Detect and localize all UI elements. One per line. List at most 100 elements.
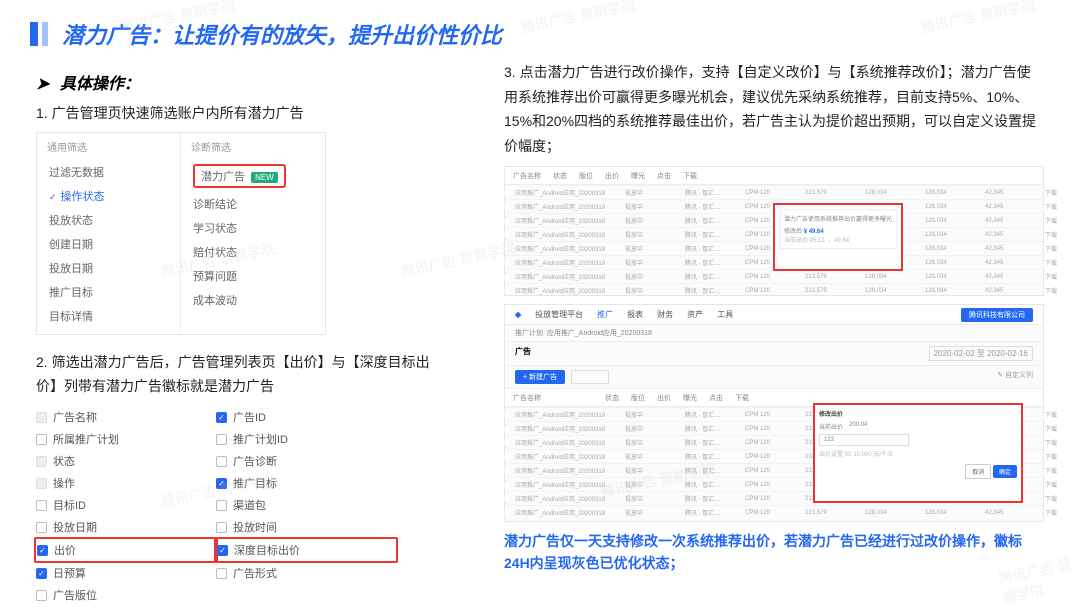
column-checkbox[interactable]: 状态: [36, 450, 216, 472]
checkbox-icon: [36, 434, 47, 445]
title-accent-1: [30, 22, 38, 46]
filter-item[interactable]: 目标详情: [47, 304, 170, 328]
table-row[interactable]: 应用推广_Android应用_20200318投放中腾讯 · 智汇…CPM 12…: [505, 269, 1043, 283]
search-box[interactable]: [571, 370, 609, 384]
checkbox-label: 渠道包: [233, 497, 266, 513]
price-range-hint: 出价设置 50-10,000 元/千次: [819, 449, 1017, 458]
column-checkbox[interactable]: 广告形式: [216, 562, 396, 584]
checkbox-label: 操作: [53, 475, 75, 491]
column-checkbox[interactable]: 广告诊断: [216, 450, 396, 472]
checkbox-label: 投放时间: [233, 519, 277, 535]
column-checkbox[interactable]: 投放时间: [216, 516, 396, 538]
table-row[interactable]: 应用推广_Android应用_20200318投放中腾讯 · 智汇…CPM 12…: [505, 505, 1043, 519]
filter-item[interactable]: 赔付状态: [191, 240, 315, 264]
checkbox-label: 广告诊断: [233, 453, 277, 469]
cancel-button[interactable]: 取消: [965, 464, 991, 479]
title-bar: 潜力广告：让提价有的放矢，提升出价性价比: [0, 0, 1080, 60]
checkbox-icon: [36, 590, 47, 601]
column-checkbox[interactable]: 目标ID: [36, 494, 216, 516]
filter-item[interactable]: 推广目标: [47, 280, 170, 304]
column-checkbox[interactable]: 深度目标出价: [217, 539, 395, 561]
price-popup-2: 修改出价 当前出价 200.04 123 出价设置 50-10,000 元/千次…: [813, 403, 1023, 503]
checkbox-icon: [36, 412, 47, 423]
checkbox-icon: [36, 500, 47, 511]
platform-logo-icon: ◆: [515, 310, 521, 319]
filter-head-left: 通用筛选: [47, 139, 170, 154]
table-row[interactable]: 应用推广_Android应用_20200318投放中腾讯 · 智汇…CPM 12…: [505, 185, 1043, 199]
tab[interactable]: 资产: [687, 309, 703, 320]
column-checkbox[interactable]: 广告版位: [36, 584, 216, 606]
checkbox-label: 目标ID: [53, 497, 86, 513]
checkbox-label: 推广目标: [233, 475, 277, 491]
column-checkbox[interactable]: 广告ID: [216, 406, 396, 428]
checkbox-label: 状态: [53, 453, 75, 469]
checkbox-icon: [217, 545, 228, 556]
column-checkbox[interactable]: 投放日期: [36, 516, 216, 538]
filter-head-right: 诊断筛选: [191, 139, 315, 154]
step-3: 3. 点击潜力广告进行改价操作，支持【自定义改价】与【系统推荐改价】；潜力广告使…: [504, 60, 1044, 158]
checkbox-icon: [216, 434, 227, 445]
date-range[interactable]: 2020-02-02 至 2020-02-16: [929, 346, 1033, 361]
checkbox-label: 日预算: [53, 565, 86, 581]
column-checkbox[interactable]: 渠道包: [216, 494, 396, 516]
checkbox-label: 出价: [54, 542, 76, 558]
tab[interactable]: 推广: [597, 309, 613, 320]
popup-tip: 潜力广告使用系统推荐出价赢得更多曝光: [784, 214, 892, 223]
new-ad-button[interactable]: + 新建广告: [515, 370, 565, 384]
checkbox-icon: [216, 522, 227, 533]
checkbox-icon: [216, 412, 227, 423]
checkbox-label: 投放日期: [53, 519, 97, 535]
column-checkbox[interactable]: 出价: [37, 539, 215, 561]
title-accent-2: [42, 22, 48, 46]
column-checkbox[interactable]: 操作: [36, 472, 216, 494]
checkbox-label: 深度目标出价: [234, 542, 300, 558]
section-heading-text: 具体操作：: [60, 76, 140, 93]
checkbox-icon: [36, 456, 47, 467]
filter-panel: 通用筛选 过滤无数据 操作状态 投放状态 创建日期 投放日期 推广目标 目标详情…: [36, 132, 326, 335]
checkbox-icon: [216, 500, 227, 511]
tab[interactable]: 财务: [657, 309, 673, 320]
platform-title: 投放管理平台: [535, 309, 583, 320]
checkbox-label: 广告名称: [53, 409, 97, 425]
filter-item[interactable]: 投放日期: [47, 256, 170, 280]
column-checkbox[interactable]: 所属推广计划: [36, 428, 216, 450]
filter-item[interactable]: 预算问题: [191, 264, 315, 288]
confirm-button[interactable]: 确定: [993, 465, 1017, 478]
column-checkbox[interactable]: 推广目标: [216, 472, 396, 494]
column-checkbox[interactable]: 推广计划ID: [216, 428, 396, 450]
table-row[interactable]: 应用推广_Android应用_20200318投放中腾讯 · 智汇…CPM 12…: [505, 283, 1043, 297]
checkbox-label: 广告形式: [233, 565, 277, 581]
checkbox-label: 广告版位: [53, 587, 97, 603]
step-2: 2. 筛选出潜力广告后，广告管理列表页【出价】与【深度目标出价】列带有潜力广告徽…: [36, 351, 444, 399]
screenshot-1: 广告名称状态版位出价曝光点击下载 应用推广_Android应用_20200318…: [504, 166, 1044, 296]
step-1: 1. 广告管理页快速筛选账户内所有潜力广告: [36, 102, 444, 126]
price-popup-1: 潜力广告使用系统推荐出价赢得更多曝光 修改后 ¥ 49.64 当前出价 45.1…: [773, 203, 903, 271]
filter-item[interactable]: 成本波动: [191, 288, 315, 312]
new-badge: NEW: [251, 172, 278, 183]
filter-item[interactable]: 诊断结论: [191, 192, 315, 216]
cur-price-value: 200.04: [849, 422, 867, 431]
filter-item-highlighted[interactable]: 潜力广告 NEW: [191, 160, 315, 192]
account-badge[interactable]: 腾讯科技有限公司: [961, 308, 1033, 322]
screenshot-2: ◆ 投放管理平台 推广 报表 财务 资产 工具 腾讯科技有限公司 推广计划: 应…: [504, 304, 1044, 522]
checkbox-label: 所属推广计划: [53, 431, 119, 447]
column-checkbox[interactable]: 日预算: [36, 562, 216, 584]
tab[interactable]: 工具: [717, 309, 733, 320]
price-input[interactable]: 123: [819, 434, 909, 446]
cur-price-label: 当前出价: [819, 422, 843, 431]
filter-item[interactable]: 投放状态: [47, 208, 170, 232]
column-checkbox[interactable]: 广告名称: [36, 406, 216, 428]
tab[interactable]: 报表: [627, 309, 643, 320]
filter-item[interactable]: 学习状态: [191, 216, 315, 240]
table-header: 广告名称状态版位出价曝光点击下载: [505, 167, 1043, 185]
filter-item[interactable]: 创建日期: [47, 232, 170, 256]
checkbox-icon: [216, 456, 227, 467]
section-heading: ➤ 具体操作：: [36, 70, 444, 94]
breadcrumb: 推广计划: 应用推广_Android应用_20200318: [505, 325, 1043, 342]
filter-item[interactable]: 过滤无数据: [47, 160, 170, 184]
checkbox-label: 广告ID: [233, 409, 266, 425]
checkbox-icon: [36, 568, 47, 579]
filter-item-active[interactable]: 操作状态: [47, 184, 170, 208]
footer-note: 潜力广告仅一天支持修改一次系统推荐出价，若潜力广告已经进行过改价操作，徽标24H…: [504, 530, 1044, 575]
section-tab[interactable]: 广告: [515, 346, 531, 361]
